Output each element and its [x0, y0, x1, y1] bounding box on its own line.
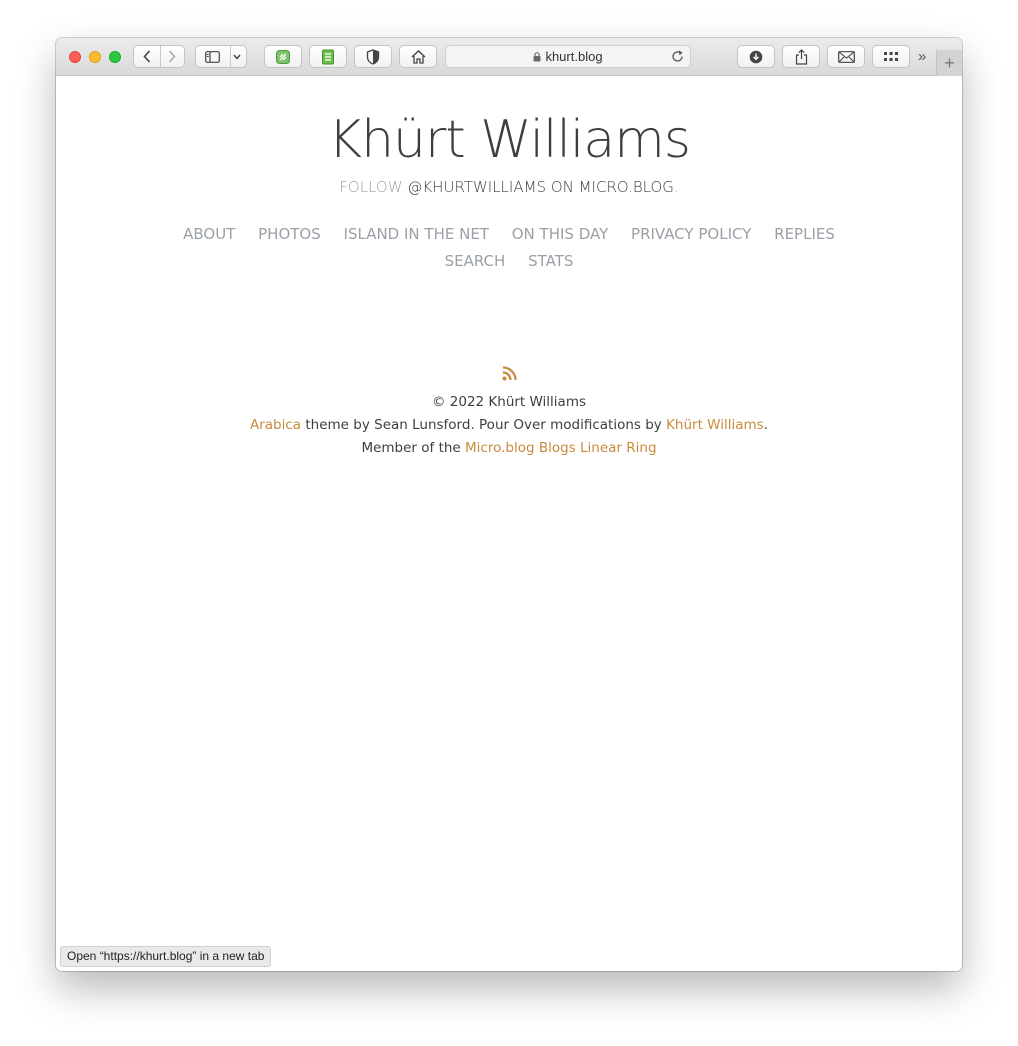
nav-link-on-this-day[interactable]: ON THIS DAY: [512, 221, 609, 248]
webring-link[interactable]: Micro.blog Blogs Linear Ring: [465, 440, 657, 456]
toolbar-overflow-button[interactable]: »: [918, 48, 926, 65]
home-button[interactable]: [399, 45, 437, 68]
minimize-window-button[interactable]: [89, 51, 101, 63]
page-content: Khürt Williams FOLLOW @KHURTWILLIAMS ON …: [56, 76, 962, 971]
follow-line: FOLLOW @KHURTWILLIAMS ON MICRO.BLOG.: [56, 178, 962, 196]
webring-text: Member of the: [361, 440, 466, 456]
back-button[interactable]: [134, 50, 159, 63]
lock-icon: [533, 51, 541, 61]
sidebar-button[interactable]: [196, 50, 229, 63]
mail-button[interactable]: [827, 45, 865, 68]
nav-link-about[interactable]: ABOUT: [183, 221, 235, 248]
theme-credit-text: theme by Sean Lunsford. Pour Over modifi…: [301, 417, 667, 433]
theme-link[interactable]: Arabica: [250, 417, 301, 433]
follow-suffix: .: [673, 178, 679, 196]
chevron-left-icon: [142, 50, 150, 63]
new-tab-button[interactable]: +: [936, 50, 962, 76]
nav-link-stats[interactable]: STATS: [528, 248, 573, 275]
share-icon: [795, 48, 807, 65]
sidebar-menu-button[interactable]: [229, 54, 246, 60]
nav-link-search[interactable]: SEARCH: [445, 248, 506, 275]
forward-button[interactable]: [159, 50, 184, 63]
status-bar: Open “https://khurt.blog” in a new tab: [60, 946, 272, 967]
shield-icon: [366, 48, 380, 65]
chevron-right-icon: [168, 50, 176, 63]
sidebar-icon: [204, 50, 220, 63]
close-window-button[interactable]: [69, 51, 81, 63]
sidebar-control: [195, 45, 247, 68]
webring-line: Member of the Micro.blog Blogs Linear Ri…: [56, 437, 962, 460]
address-bar[interactable]: khurt.blog: [445, 45, 691, 68]
site-footer: © 2022 Khürt Williams Arabica theme by S…: [56, 366, 962, 460]
nav-link-photos[interactable]: PHOTOS: [258, 221, 321, 248]
download-icon: [749, 50, 763, 63]
author-link[interactable]: Khürt Williams: [666, 417, 764, 433]
mail-icon: [837, 50, 855, 63]
back-forward-control: [133, 45, 185, 68]
follow-prefix: FOLLOW: [339, 178, 403, 196]
nav-link-replies[interactable]: REPLIES: [774, 221, 835, 248]
notes-extension-icon: [276, 49, 290, 64]
home-icon: [411, 49, 425, 64]
site-navigation: ABOUT PHOTOS ISLAND IN THE NET ON THIS D…: [166, 221, 852, 275]
share-button[interactable]: [782, 45, 820, 68]
nav-link-privacy-policy[interactable]: PRIVACY POLICY: [631, 221, 751, 248]
site-title[interactable]: Khürt Williams: [56, 110, 962, 170]
reload-icon[interactable]: [671, 50, 684, 63]
rss-icon[interactable]: [502, 366, 517, 381]
extension-button-3[interactable]: [354, 45, 392, 68]
nav-link-island-in-the-net[interactable]: ISLAND IN THE NET: [344, 221, 489, 248]
extension-button-2[interactable]: [309, 45, 347, 68]
grid-button[interactable]: [872, 45, 910, 68]
grid-icon: [884, 52, 898, 61]
copyright: © 2022 Khürt Williams: [431, 394, 587, 410]
theme-credit-end: .: [763, 417, 768, 433]
theme-credit: Arabica theme by Sean Lunsford. Pour Ove…: [56, 414, 962, 437]
browser-window: khurt.blog » + Khürt Williams FOLLOW @KH…: [56, 38, 962, 971]
address-text: khurt.blog: [545, 49, 603, 64]
document-extension-icon: [322, 49, 334, 64]
extension-button-1[interactable]: [264, 45, 302, 68]
zoom-window-button[interactable]: [109, 51, 121, 63]
follow-handle-link[interactable]: @KHURTWILLIAMS ON MICRO.BLOG: [407, 178, 674, 196]
toolbar: khurt.blog » +: [56, 38, 962, 76]
chevron-down-icon: [233, 54, 241, 60]
downloads-button[interactable]: [737, 45, 775, 68]
